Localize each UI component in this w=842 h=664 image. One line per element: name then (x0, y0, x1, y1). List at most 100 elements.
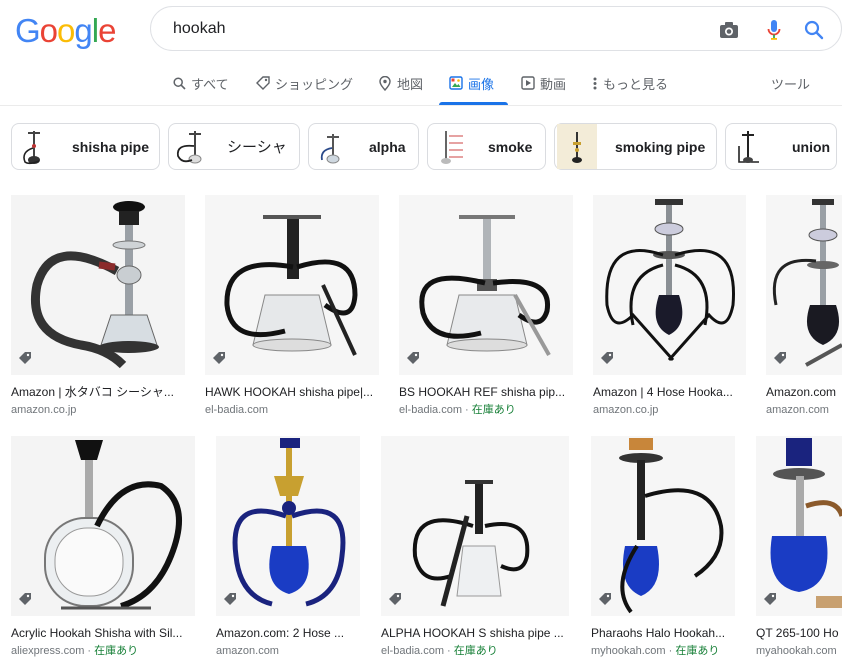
tab-maps[interactable]: 地図 (378, 74, 423, 92)
tools-button[interactable]: ツール (771, 74, 810, 92)
separator: · (443, 645, 454, 657)
google-logo[interactable]: Google (15, 12, 116, 50)
result-title[interactable]: HAWK HOOKAH shisha pipe|... (205, 384, 379, 400)
image-result[interactable]: Amazon.com: 2 Hose ... amazon.com (216, 436, 360, 659)
source-domain: amazon.com (766, 404, 829, 416)
result-title[interactable]: ALPHA HOOKAH S shisha pipe ... (381, 625, 569, 641)
source-domain: amazon.co.jp (593, 404, 659, 416)
in-stock-label: 在庫あり (675, 645, 720, 657)
tag-icon (406, 351, 420, 365)
chip-thumbnail (430, 124, 470, 169)
source-domain: aliexpress.com (11, 645, 85, 657)
tag-icon (598, 592, 612, 606)
source-domain: el-badia.com (399, 404, 462, 416)
logo-letter: G (15, 12, 41, 49)
chip-label: shisha pipe (72, 138, 150, 155)
result-title[interactable]: Amazon.com (766, 384, 842, 400)
more-vert-icon (592, 76, 598, 90)
chip-label: union (792, 138, 831, 155)
image-result[interactable]: BS HOOKAH REF shisha pip... el-badia.com… (399, 195, 573, 418)
image-result[interactable]: Amazon.com amazon.com (766, 195, 842, 418)
tab-label: 動画 (540, 76, 567, 92)
tab-more[interactable]: もっと見る (592, 74, 668, 92)
chip-smoke[interactable]: smoke (427, 123, 546, 170)
result-source: amazon.co.jp (11, 402, 185, 418)
chip-label: alpha (369, 138, 406, 155)
video-icon (521, 76, 535, 90)
in-stock-label: 在庫あり (453, 645, 498, 657)
result-title[interactable]: Amazon | 水タバコ シーシャ... (11, 384, 185, 400)
tag-icon (223, 592, 237, 606)
result-title[interactable]: Amazon.com: 2 Hose ... (216, 625, 360, 641)
chip-thumbnail (311, 124, 351, 169)
tab-label: 地図 (397, 76, 424, 92)
result-source: amazon.com (766, 402, 842, 418)
search-icon[interactable] (803, 19, 825, 41)
search-input[interactable]: hookah (173, 20, 226, 38)
logo-letter: o (57, 12, 75, 49)
tab-label: 画像 (468, 76, 495, 92)
result-thumbnail[interactable] (766, 195, 842, 375)
in-stock-label: 在庫あり (94, 645, 139, 657)
result-thumbnail[interactable] (11, 195, 185, 375)
tab-shopping[interactable]: ショッピング (256, 74, 353, 92)
camera-icon[interactable] (718, 19, 740, 41)
result-thumbnail[interactable] (205, 195, 379, 375)
source-domain: amazon.co.jp (11, 404, 77, 416)
result-title[interactable]: QT 265-100 Ho (756, 625, 842, 641)
source-domain: myhookah.com (591, 645, 666, 657)
result-thumbnail[interactable] (381, 436, 569, 616)
search-box[interactable]: hookah (150, 6, 842, 51)
image-result[interactable]: Amazon | 水タバコ シーシャ... amazon.co.jp (11, 195, 185, 418)
chip-union[interactable]: union (725, 123, 837, 170)
tag-icon (212, 351, 226, 365)
result-thumbnail[interactable] (591, 436, 735, 616)
tag-icon (18, 351, 32, 365)
image-result[interactable]: Amazon | 4 Hose Hooka... amazon.co.jp (593, 195, 746, 418)
result-thumbnail[interactable] (756, 436, 842, 616)
search-tabs: すべて ショッピング 地図 画像 動画 もっと見る ツール (0, 62, 842, 106)
chip-label: シーシャ (227, 139, 287, 156)
chip-shisha-pipe[interactable]: shisha pipe (11, 123, 160, 170)
map-pin-icon (378, 75, 392, 91)
microphone-icon[interactable] (763, 19, 785, 41)
separator: · (84, 645, 95, 657)
image-result[interactable]: Pharaohs Halo Hookah... myhookah.com · 在… (591, 436, 735, 659)
separator: · (665, 645, 676, 657)
tab-images[interactable]: 画像 (449, 74, 494, 92)
image-result[interactable]: QT 265-100 Ho myahookah.com (756, 436, 842, 659)
result-source: el-badia.com · 在庫あり (399, 402, 573, 418)
source-domain: el-badia.com (381, 645, 444, 657)
result-source: myahookah.com (756, 643, 842, 659)
source-domain: myahookah.com (756, 645, 837, 657)
chip-smoking-pipe[interactable]: smoking pipe (554, 123, 717, 170)
logo-letter: e (98, 12, 116, 49)
source-domain: el-badia.com (205, 404, 268, 416)
result-thumbnail[interactable] (216, 436, 360, 616)
in-stock-label: 在庫あり (471, 404, 516, 416)
tag-icon (600, 351, 614, 365)
tab-label: ショッピング (275, 76, 354, 92)
chip-alpha[interactable]: alpha (308, 123, 419, 170)
tab-videos[interactable]: 動画 (521, 74, 566, 92)
tag-icon (388, 592, 402, 606)
tab-label: すべて (191, 76, 229, 92)
result-title[interactable]: Pharaohs Halo Hookah... (591, 625, 735, 641)
result-title[interactable]: Acrylic Hookah Shisha with Sil... (11, 625, 195, 641)
chip-label: smoking pipe (615, 138, 706, 155)
tools-label: ツール (771, 76, 811, 92)
image-result[interactable]: ALPHA HOOKAH S shisha pipe ... el-badia.… (381, 436, 569, 659)
image-result[interactable]: HAWK HOOKAH shisha pipe|... el-badia.com (205, 195, 379, 418)
result-title[interactable]: Amazon | 4 Hose Hooka... (593, 384, 746, 400)
chip-thumbnail (14, 124, 54, 169)
result-title[interactable]: BS HOOKAH REF shisha pip... (399, 384, 573, 400)
result-thumbnail[interactable] (593, 195, 746, 375)
result-thumbnail[interactable] (399, 195, 573, 375)
result-source: el-badia.com (205, 402, 379, 418)
chip-shisha-jp[interactable]: シーシャ (168, 123, 300, 170)
chip-thumbnail (557, 124, 597, 169)
image-result[interactable]: Acrylic Hookah Shisha with Sil... aliexp… (11, 436, 195, 659)
tab-all[interactable]: すべて (172, 74, 229, 92)
result-thumbnail[interactable] (11, 436, 195, 616)
result-source: amazon.co.jp (593, 402, 746, 418)
